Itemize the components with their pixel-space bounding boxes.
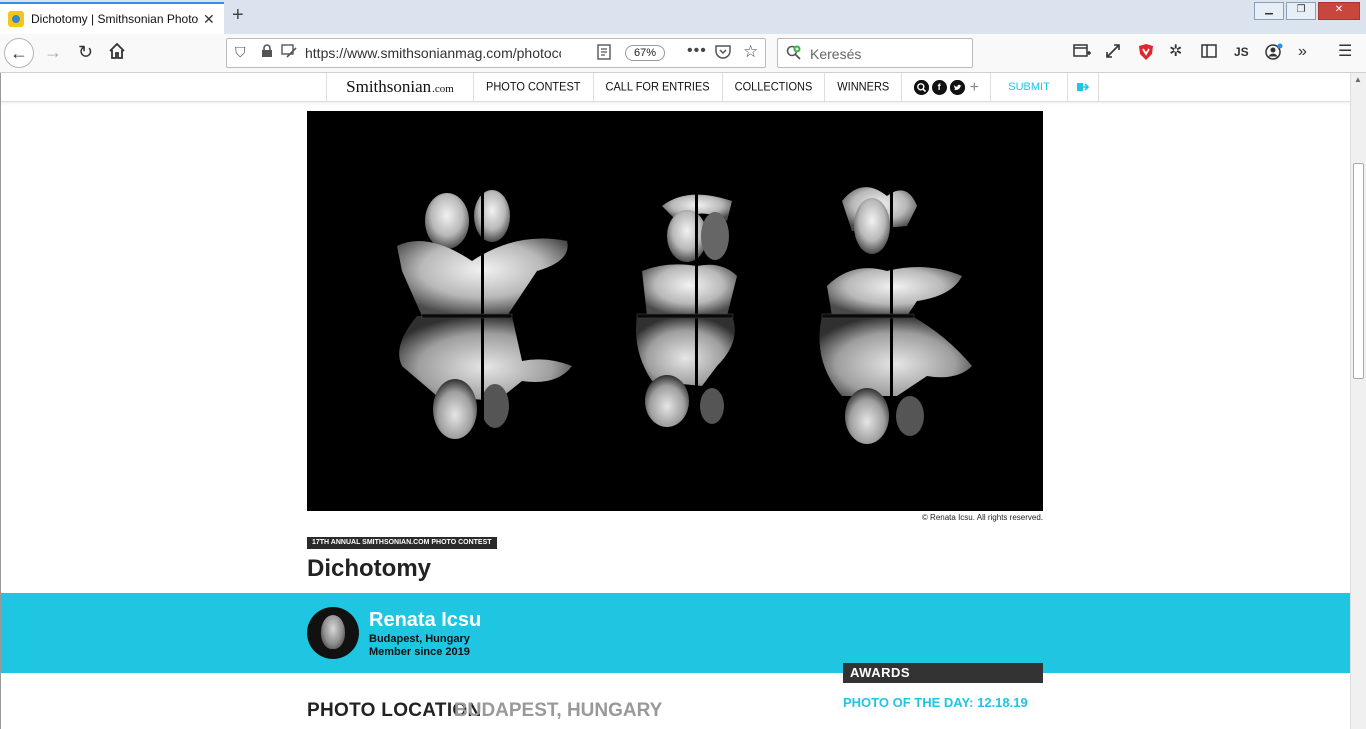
tab-close-icon[interactable]: ✕ bbox=[203, 11, 215, 28]
page-viewport: Smithsonian .com PHOTO CONTEST CALL FOR E… bbox=[0, 73, 1350, 729]
window-minimize-button[interactable]: ▁ bbox=[1254, 2, 1284, 20]
site-nav-inner: Smithsonian .com PHOTO CONTEST CALL FOR E… bbox=[326, 73, 1099, 103]
photo-title: Dichotomy bbox=[307, 555, 432, 582]
photographer-band: Renata Icsu Budapest, Hungary Member sin… bbox=[1, 593, 1350, 673]
photo-location-value: BUDAPEST, HUNGARY bbox=[454, 700, 663, 721]
window-close-button[interactable]: ✕ bbox=[1318, 2, 1360, 20]
figure-middle bbox=[636, 191, 737, 427]
sidebar-toggle-icon[interactable] bbox=[1201, 43, 1217, 64]
sign-in-icon[interactable] bbox=[1068, 73, 1099, 101]
url-bar[interactable]: ⛉ https://www.smithsonianmag.com/photoco… bbox=[226, 38, 766, 68]
overflow-chevrons-icon[interactable]: » bbox=[1298, 43, 1307, 61]
new-tab-button[interactable]: + bbox=[232, 4, 244, 27]
browser-tab-active[interactable]: Dichotomy | Smithsonian Photo Contest ✕ bbox=[0, 2, 224, 34]
scrollbar-thumb[interactable] bbox=[1353, 163, 1364, 379]
settings-gear-icon[interactable]: ✲ bbox=[1169, 43, 1182, 61]
search-engine-icon bbox=[786, 45, 802, 61]
lock-icon[interactable] bbox=[261, 44, 273, 61]
home-icon[interactable] bbox=[108, 42, 126, 64]
account-icon[interactable] bbox=[1265, 43, 1283, 66]
window-controls: ▁ ❐ ✕ bbox=[1254, 2, 1360, 20]
awards-heading: AWARDS bbox=[843, 663, 1043, 683]
site-search-icon[interactable] bbox=[913, 79, 929, 95]
tab-title: Dichotomy | Smithsonian Photo Contest bbox=[31, 12, 199, 26]
contest-photo[interactable] bbox=[307, 111, 1043, 511]
brave-shield-icon[interactable] bbox=[1137, 43, 1155, 66]
contest-tag-badge[interactable]: 17TH ANNUAL SMITHSONIAN.COM PHOTO CONTES… bbox=[307, 537, 497, 549]
photo-credit: © Renata Icsu. All rights reserved. bbox=[921, 513, 1043, 522]
facebook-icon[interactable]: f bbox=[931, 79, 947, 95]
back-arrow-icon[interactable]: ← bbox=[4, 38, 34, 68]
permissions-icon[interactable] bbox=[281, 44, 297, 61]
nav-collections[interactable]: COLLECTIONS bbox=[723, 73, 826, 103]
bookmark-star-icon[interactable]: ☆ bbox=[743, 42, 758, 62]
window-restore-button[interactable]: ❐ bbox=[1286, 2, 1316, 20]
reader-view-icon[interactable] bbox=[597, 44, 611, 63]
page-actions-more-icon[interactable]: ••• bbox=[687, 42, 707, 60]
pocket-icon[interactable] bbox=[715, 44, 731, 62]
reload-icon[interactable]: ↻ bbox=[78, 42, 93, 62]
social-links: f + bbox=[902, 73, 992, 101]
avatar-face-image bbox=[321, 615, 345, 649]
tracking-shield-icon[interactable]: ⛉ bbox=[235, 44, 246, 61]
url-text[interactable]: https://www.smithsonianmag.com/photocont… bbox=[305, 45, 561, 61]
more-share-plus-icon[interactable]: + bbox=[970, 79, 979, 95]
photographer-name[interactable]: Renata Icsu bbox=[369, 609, 481, 632]
profile-initials[interactable]: JS bbox=[1234, 43, 1249, 61]
browser-toolbar: ← → ↻ ⛉ https://www.smithsonianmag.com/p… bbox=[0, 34, 1366, 73]
browser-titlebar: Dichotomy | Smithsonian Photo Contest ✕ … bbox=[0, 0, 1366, 34]
nav-winners[interactable]: WINNERS bbox=[825, 73, 903, 103]
container-tab-icon[interactable] bbox=[1073, 43, 1091, 64]
site-navigation: Smithsonian .com PHOTO CONTEST CALL FOR E… bbox=[1, 73, 1350, 103]
nav-photo-contest[interactable]: PHOTO CONTEST bbox=[474, 73, 594, 103]
smithsonian-logo[interactable]: Smithsonian .com bbox=[327, 73, 474, 101]
photo-artwork bbox=[397, 187, 972, 491]
page-scrollbar[interactable]: ▲ bbox=[1350, 73, 1366, 729]
smithsonian-favicon-icon bbox=[8, 11, 24, 27]
twitter-icon[interactable] bbox=[949, 79, 965, 95]
submit-button[interactable]: SUBMIT bbox=[991, 73, 1068, 101]
member-since: Member since 2019 bbox=[369, 646, 470, 658]
scroll-up-arrow-icon[interactable]: ▲ bbox=[1354, 75, 1362, 84]
zoom-level-badge[interactable]: 67% bbox=[625, 45, 666, 61]
forward-arrow-icon[interactable]: → bbox=[44, 42, 62, 62]
figure-left bbox=[397, 190, 572, 491]
fullscreen-expand-icon[interactable] bbox=[1105, 43, 1121, 64]
search-bar[interactable]: Keresés bbox=[777, 38, 973, 68]
hamburger-menu-icon[interactable]: ☰ bbox=[1338, 43, 1352, 61]
photographer-avatar[interactable] bbox=[307, 607, 359, 659]
award-photo-of-the-day[interactable]: PHOTO OF THE DAY: 12.18.19 bbox=[843, 695, 1028, 710]
search-placeholder: Keresés bbox=[810, 46, 862, 62]
photographer-location: Budapest, Hungary bbox=[369, 633, 470, 645]
nav-call-for-entries[interactable]: CALL FOR ENTRIES bbox=[594, 73, 723, 103]
